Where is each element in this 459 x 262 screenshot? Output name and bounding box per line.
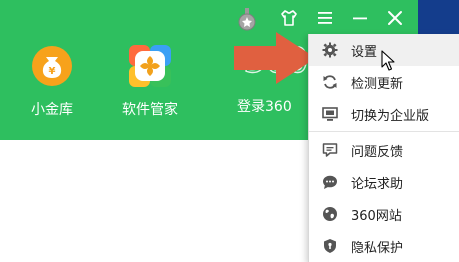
menu-item-forum[interactable]: 论坛求助 [309,166,459,198]
menu-label-check-update: 检测更新 [351,76,404,92]
toolbar-label-login: 登录360 [237,99,292,115]
annotation-arrow-icon [234,32,316,84]
header-blue-band [418,0,459,35]
svg-text:¥: ¥ [49,66,56,77]
menu-item-enterprise[interactable]: 切换为企业版 [309,98,459,130]
coin-bag-icon: ¥ [32,46,72,86]
toolbar-item-apps[interactable]: 软件管家 [110,45,190,125]
menu-label-enterprise: 切换为企业版 [351,108,430,124]
chat-bubble-icon [321,173,339,191]
menu-label-feedback: 问题反馈 [351,144,404,160]
toolbar-item-coin[interactable]: ¥ 小金库 [12,45,92,125]
menu-label-privacy: 隐私保护 [351,240,404,256]
menu-item-website[interactable]: 360网站 [309,198,459,230]
feedback-icon [321,141,339,159]
mouse-cursor-icon [381,50,395,71]
globe-icon [321,205,339,223]
shirt-icon[interactable] [279,8,299,28]
monitor-icon [321,105,339,123]
menu-label-settings: 设置 [351,44,378,60]
gear-icon [321,41,339,59]
menu-label-forum: 论坛求助 [351,176,404,192]
app-store-icon [129,45,171,87]
medal-icon[interactable] [238,8,256,32]
shield-icon [321,237,339,255]
menu-icon[interactable] [315,8,335,28]
refresh-icon [321,73,339,91]
toolbar-label-coin: 小金库 [31,102,73,118]
menu-label-website: 360网站 [351,208,402,224]
toolbar-label-apps: 软件管家 [122,102,178,118]
menu-item-privacy[interactable]: 隐私保护 [309,230,459,262]
minimize-icon[interactable] [350,8,370,28]
menu-divider [309,131,459,132]
menu-item-feedback[interactable]: 问题反馈 [309,134,459,166]
close-icon[interactable] [385,8,405,28]
